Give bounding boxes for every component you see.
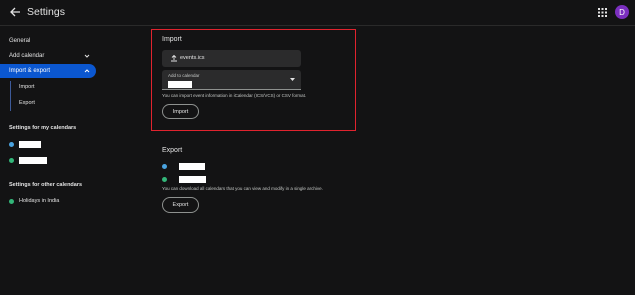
- calendar-color-dot: [162, 176, 167, 182]
- sidebar-item-export[interactable]: Export: [10, 97, 35, 109]
- calendar-color-dot: [9, 141, 14, 147]
- redacted-calendar-name: [19, 156, 47, 164]
- export-help-text: You can download all calendars that you …: [162, 186, 323, 191]
- top-bar: Settings D: [0, 0, 635, 26]
- calendar-color-dot: [9, 157, 14, 163]
- export-button-label: Export: [172, 202, 189, 208]
- avatar-letter: D: [619, 7, 625, 17]
- other-calendars-heading: Settings for other calendars: [9, 182, 83, 188]
- select-label: Add to calendar: [168, 73, 200, 78]
- file-picker[interactable]: events.ics: [162, 50, 301, 67]
- export-button[interactable]: Export: [162, 197, 199, 213]
- apps-grid-icon[interactable]: [598, 8, 607, 17]
- calendar-color-dot: [162, 163, 167, 169]
- import-button-label: Import: [172, 108, 189, 115]
- dropdown-arrow-icon: [290, 78, 295, 81]
- chevron-down-icon: [84, 54, 90, 58]
- my-calendars-heading: Settings for my calendars: [9, 125, 77, 131]
- sidebar-my-calendar-1[interactable]: [9, 139, 41, 149]
- sidebar-item-label: Import: [19, 84, 35, 90]
- sidebar-item-import-export[interactable]: Import & export: [0, 64, 96, 78]
- sidebar-item-label: Export: [19, 100, 35, 106]
- add-to-calendar-select[interactable]: Add to calendar: [162, 70, 301, 90]
- export-calendar-1: [162, 161, 205, 171]
- calendar-color-dot: [9, 198, 14, 204]
- sidebar-item-label: General: [9, 38, 31, 44]
- export-heading: Export: [162, 147, 183, 154]
- sidebar-item-general[interactable]: General: [0, 34, 96, 48]
- redacted-selected-calendar: [168, 81, 192, 88]
- redacted-calendar-name: [179, 175, 206, 183]
- page-title: Settings: [27, 6, 65, 18]
- import-heading: Import: [162, 36, 182, 43]
- chevron-up-icon: [84, 69, 90, 73]
- import-button[interactable]: Import: [162, 104, 199, 119]
- sidebar-my-calendar-2[interactable]: [9, 155, 47, 165]
- redacted-calendar-name: [179, 162, 205, 170]
- sidebar-item-label: Import & export: [9, 68, 51, 74]
- sidebar-item-add-calendar[interactable]: Add calendar: [0, 49, 96, 63]
- back-arrow-icon[interactable]: [8, 5, 22, 19]
- selected-file-name: events.ics: [180, 55, 205, 61]
- sidebar-other-calendar-holidays[interactable]: Holidays in India: [9, 196, 59, 206]
- redacted-calendar-name: [19, 140, 41, 148]
- avatar[interactable]: D: [615, 5, 629, 19]
- sidebar-item-label: Add calendar: [9, 53, 45, 59]
- import-help-text: You can import event information in iCal…: [162, 93, 307, 98]
- sidebar-item-import[interactable]: Import: [10, 81, 35, 93]
- export-calendar-2: [162, 174, 206, 184]
- calendar-name: Holidays in India: [19, 198, 60, 204]
- upload-icon: [171, 54, 177, 62]
